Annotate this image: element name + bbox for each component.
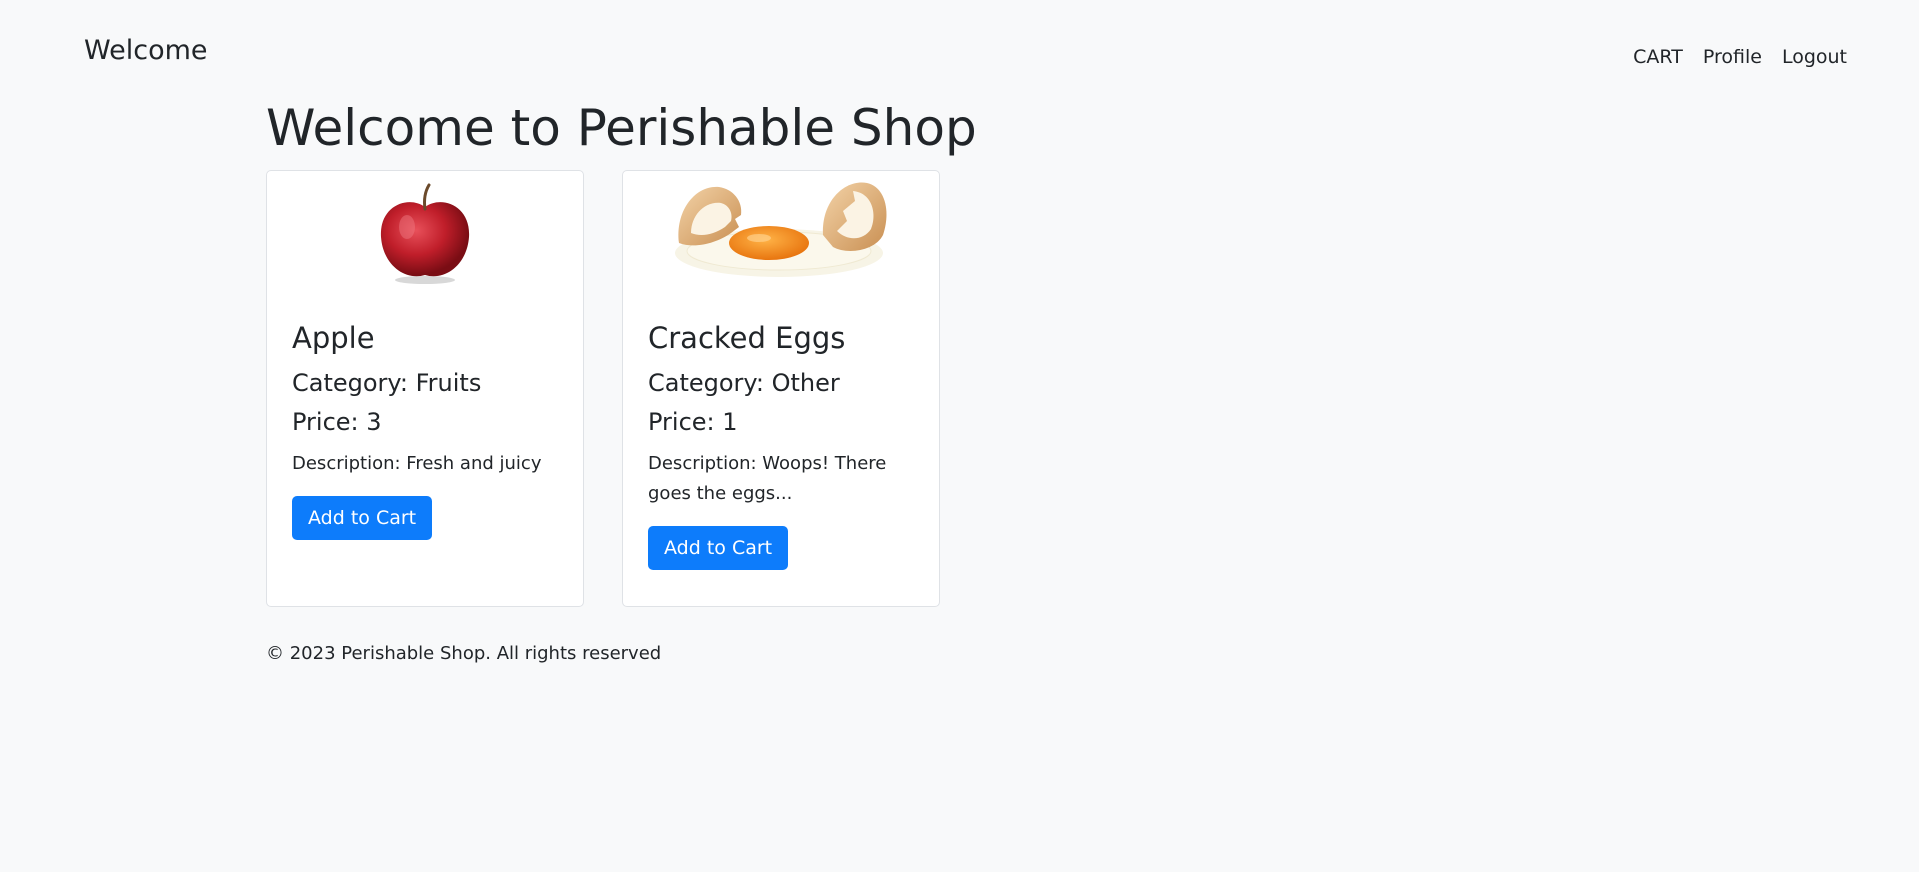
footer: © 2023 Perishable Shop. All rights reser… bbox=[266, 643, 662, 664]
product-name: Apple bbox=[292, 321, 375, 355]
product-category: Category: Fruits bbox=[292, 368, 482, 397]
product-price: Price: 1 bbox=[648, 407, 738, 436]
cracked-eggs-image bbox=[623, 171, 939, 291]
product-price: Price: 3 bbox=[292, 407, 382, 436]
nav-link-profile[interactable]: Profile bbox=[1703, 46, 1762, 68]
page-title: Welcome to Perishable Shop bbox=[266, 99, 977, 157]
product-description: Description: Woops! There goes the eggs.… bbox=[648, 453, 887, 505]
nav-links: CART Profile Logout bbox=[1633, 46, 1847, 68]
product-card-apple: Apple Category: Fruits Price: 3 Descript… bbox=[266, 170, 584, 607]
product-card-cracked-eggs: Cracked Eggs Category: Other Price: 1 De… bbox=[622, 170, 940, 607]
add-to-cart-button[interactable]: Add to Cart bbox=[292, 496, 433, 541]
add-to-cart-button[interactable]: Add to Cart bbox=[648, 526, 789, 571]
product-description: Description: Fresh and juicy bbox=[292, 453, 542, 475]
navbar-brand[interactable]: Welcome bbox=[84, 35, 208, 66]
navbar: Welcome CART Profile Logout bbox=[0, 0, 1919, 110]
product-category: Category: Other bbox=[648, 368, 840, 397]
apple-image bbox=[267, 171, 583, 291]
product-name: Cracked Eggs bbox=[648, 321, 846, 355]
nav-link-cart[interactable]: CART bbox=[1633, 46, 1683, 68]
nav-link-logout[interactable]: Logout bbox=[1782, 46, 1847, 68]
product-list: Apple Category: Fruits Price: 3 Descript… bbox=[266, 170, 940, 607]
